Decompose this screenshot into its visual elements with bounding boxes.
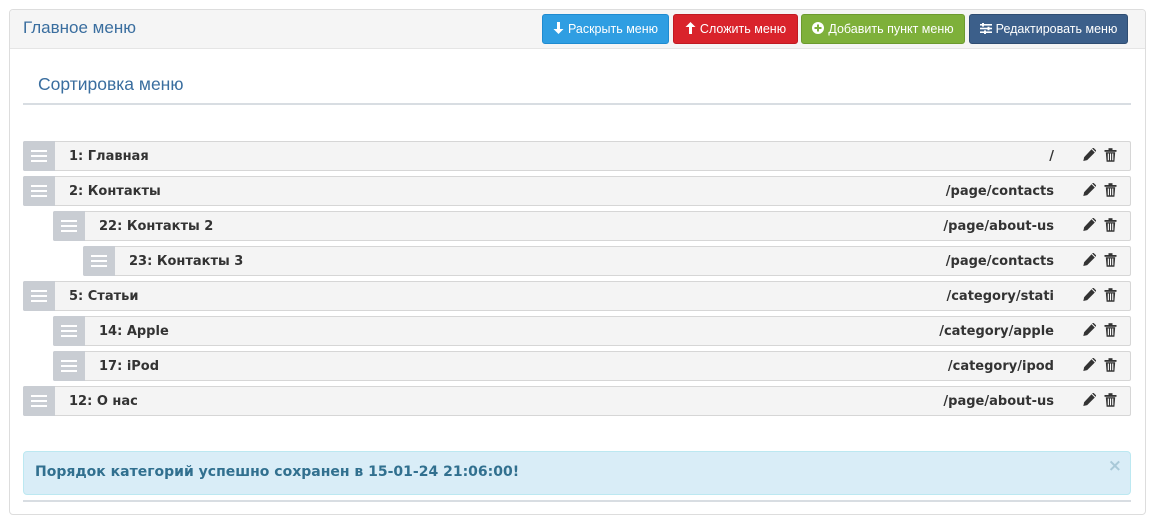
drag-handle-icon[interactable] — [23, 386, 55, 416]
drag-handle-icon[interactable] — [83, 246, 115, 276]
trash-icon[interactable] — [1104, 217, 1120, 233]
drag-handle-icon[interactable] — [53, 211, 85, 241]
pencil-icon[interactable] — [1082, 392, 1098, 408]
menu-item-row[interactable]: 5: Статьи/category/stati — [23, 281, 1131, 311]
expand-menu-label: Раскрыть меню — [567, 22, 659, 36]
add-menu-item-label: Добавить пункт меню — [828, 22, 954, 36]
section-divider — [23, 103, 1131, 105]
menu-item-label: 17: iPod — [99, 359, 160, 374]
pencil-icon[interactable] — [1082, 322, 1098, 338]
pencil-icon[interactable] — [1082, 217, 1098, 233]
plus-circle-icon — [812, 22, 825, 36]
drag-handle-icon[interactable] — [53, 316, 85, 346]
menu-item-url: /page/about-us — [943, 394, 1054, 409]
expand-menu-button[interactable]: Раскрыть меню — [542, 14, 669, 44]
menu-item-label: 5: Статьи — [69, 289, 139, 304]
menu-item-row[interactable]: 23: Контакты 3/page/contacts — [83, 246, 1131, 276]
sliders-icon — [979, 22, 992, 36]
panel-title: Главное меню — [23, 18, 136, 37]
trash-icon[interactable] — [1104, 392, 1120, 408]
collapse-menu-label: Сложить меню — [699, 22, 787, 36]
edit-menu-button[interactable]: Редактировать меню — [969, 14, 1128, 44]
pencil-icon[interactable] — [1082, 357, 1098, 373]
menu-item-url: /category/stati — [946, 289, 1054, 304]
main-menu-panel: Главное меню Раскрыть меню Сложить меню … — [9, 9, 1146, 515]
drag-handle-icon[interactable] — [23, 281, 55, 311]
menu-item-url: /category/apple — [939, 324, 1054, 339]
collapse-menu-button[interactable]: Сложить меню — [673, 14, 798, 44]
trash-icon[interactable] — [1104, 322, 1120, 338]
add-menu-item-button[interactable]: Добавить пункт меню — [801, 14, 965, 44]
menu-item-url: /page/contacts — [945, 184, 1054, 199]
menu-item-row[interactable]: 12: О нас/page/about-us — [23, 386, 1131, 416]
trash-icon[interactable] — [1104, 287, 1120, 303]
menu-item-row[interactable]: 17: iPod/category/ipod — [53, 351, 1131, 381]
menu-item-label: 1: Главная — [69, 149, 149, 164]
arrow-up-icon — [685, 22, 696, 36]
menu-item-url: / — [1049, 149, 1054, 164]
success-alert: Порядок категорий успешно сохранен в 15-… — [23, 451, 1131, 495]
alert-message: Порядок категорий успешно сохранен в 15-… — [35, 464, 520, 480]
panel-heading: Главное меню Раскрыть меню Сложить меню … — [10, 10, 1145, 49]
menu-item-url: /page/about-us — [943, 219, 1054, 234]
trash-icon[interactable] — [1104, 357, 1120, 373]
menu-item-row[interactable]: 1: Главная / — [23, 141, 1131, 171]
menu-item-label: 23: Контакты 3 — [129, 254, 244, 269]
arrow-down-icon — [553, 22, 564, 36]
pencil-icon[interactable] — [1082, 147, 1098, 163]
edit-menu-label: Редактировать меню — [995, 22, 1118, 36]
menu-item-label: 14: Apple — [99, 324, 169, 339]
section-title: Сортировка меню — [38, 74, 184, 94]
menu-item-url: /category/ipod — [947, 359, 1054, 374]
alert-close-button[interactable]: × — [1108, 456, 1122, 476]
drag-handle-icon[interactable] — [53, 351, 85, 381]
menu-item-row[interactable]: 14: Apple/category/apple — [53, 316, 1131, 346]
trash-icon[interactable] — [1104, 147, 1120, 163]
trash-icon[interactable] — [1104, 182, 1120, 198]
drag-handle-icon[interactable] — [23, 141, 55, 171]
trash-icon[interactable] — [1104, 252, 1120, 268]
pencil-icon[interactable] — [1082, 252, 1098, 268]
menu-item-label: 12: О нас — [69, 394, 138, 409]
pencil-icon[interactable] — [1082, 182, 1098, 198]
drag-handle-icon[interactable] — [23, 176, 55, 206]
menu-item-url: /page/contacts — [945, 254, 1054, 269]
menu-item-row[interactable]: 22: Контакты 2/page/about-us — [53, 211, 1131, 241]
bottom-divider — [23, 500, 1131, 502]
menu-item-row[interactable]: 2: Контакты/page/contacts — [23, 176, 1131, 206]
menu-item-label: 2: Контакты — [69, 184, 161, 199]
menu-item-label: 22: Контакты 2 — [99, 219, 214, 234]
pencil-icon[interactable] — [1082, 287, 1098, 303]
